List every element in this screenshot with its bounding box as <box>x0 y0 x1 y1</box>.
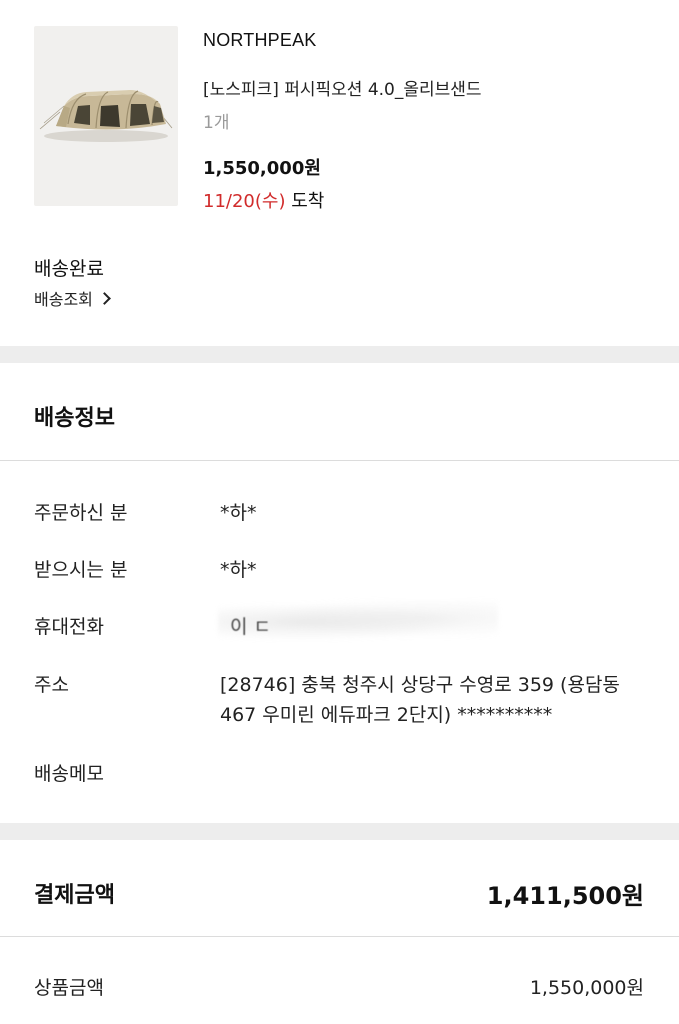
address-value: [28746] 충북 청주시 상당구 수영로 359 (용담동 467 우미린 … <box>220 674 620 726</box>
payment-title: 결제금액 <box>34 883 115 908</box>
section-separator <box>0 823 679 840</box>
chevron-right-icon <box>98 292 111 305</box>
payment-total: 1,411,500원 <box>486 882 644 910</box>
arrival-suffix: 도착 <box>285 191 325 212</box>
recipient-value: *하* <box>220 559 257 581</box>
section-separator <box>0 346 679 363</box>
track-delivery-link[interactable]: 배송조회 <box>34 286 111 310</box>
phone-label: 휴대전화 <box>34 616 104 638</box>
orderer-label: 주문하신 분 <box>34 502 128 524</box>
phone-value-blurred: 이 ㄷ <box>218 600 498 644</box>
delivery-status: 배송완료 <box>34 258 104 280</box>
order-product-card: NORTHPEAK [노스피크] 퍼시픽오션 4.0_올리브샌드 1개 1,55… <box>0 0 679 345</box>
phone-value: 이 ㄷ <box>230 616 271 638</box>
tent-product-image[interactable] <box>34 26 178 206</box>
product-amount-label: 상품금액 <box>34 977 104 999</box>
memo-label: 배송메모 <box>34 763 104 785</box>
arrival-date: 11/20(수) <box>203 191 286 212</box>
product-name[interactable]: [노스피크] 퍼시픽오션 4.0_올리브샌드 <box>203 75 482 100</box>
tent-icon <box>39 90 173 142</box>
shipping-info-title: 배송정보 <box>34 406 115 431</box>
arrival-info: 11/20(수) 도착 <box>203 187 324 213</box>
product-quantity: 1개 <box>203 113 230 133</box>
product-price: 1,550,000원 <box>203 158 321 179</box>
track-delivery-label: 배송조회 <box>34 290 93 309</box>
divider <box>0 460 679 461</box>
product-amount-value: 1,550,000원 <box>529 977 644 999</box>
address-label: 주소 <box>34 674 69 696</box>
orderer-value: *하* <box>220 502 257 524</box>
recipient-label: 받으시는 분 <box>34 559 128 581</box>
divider <box>0 936 679 937</box>
product-brand[interactable]: NORTHPEAK <box>203 30 317 51</box>
